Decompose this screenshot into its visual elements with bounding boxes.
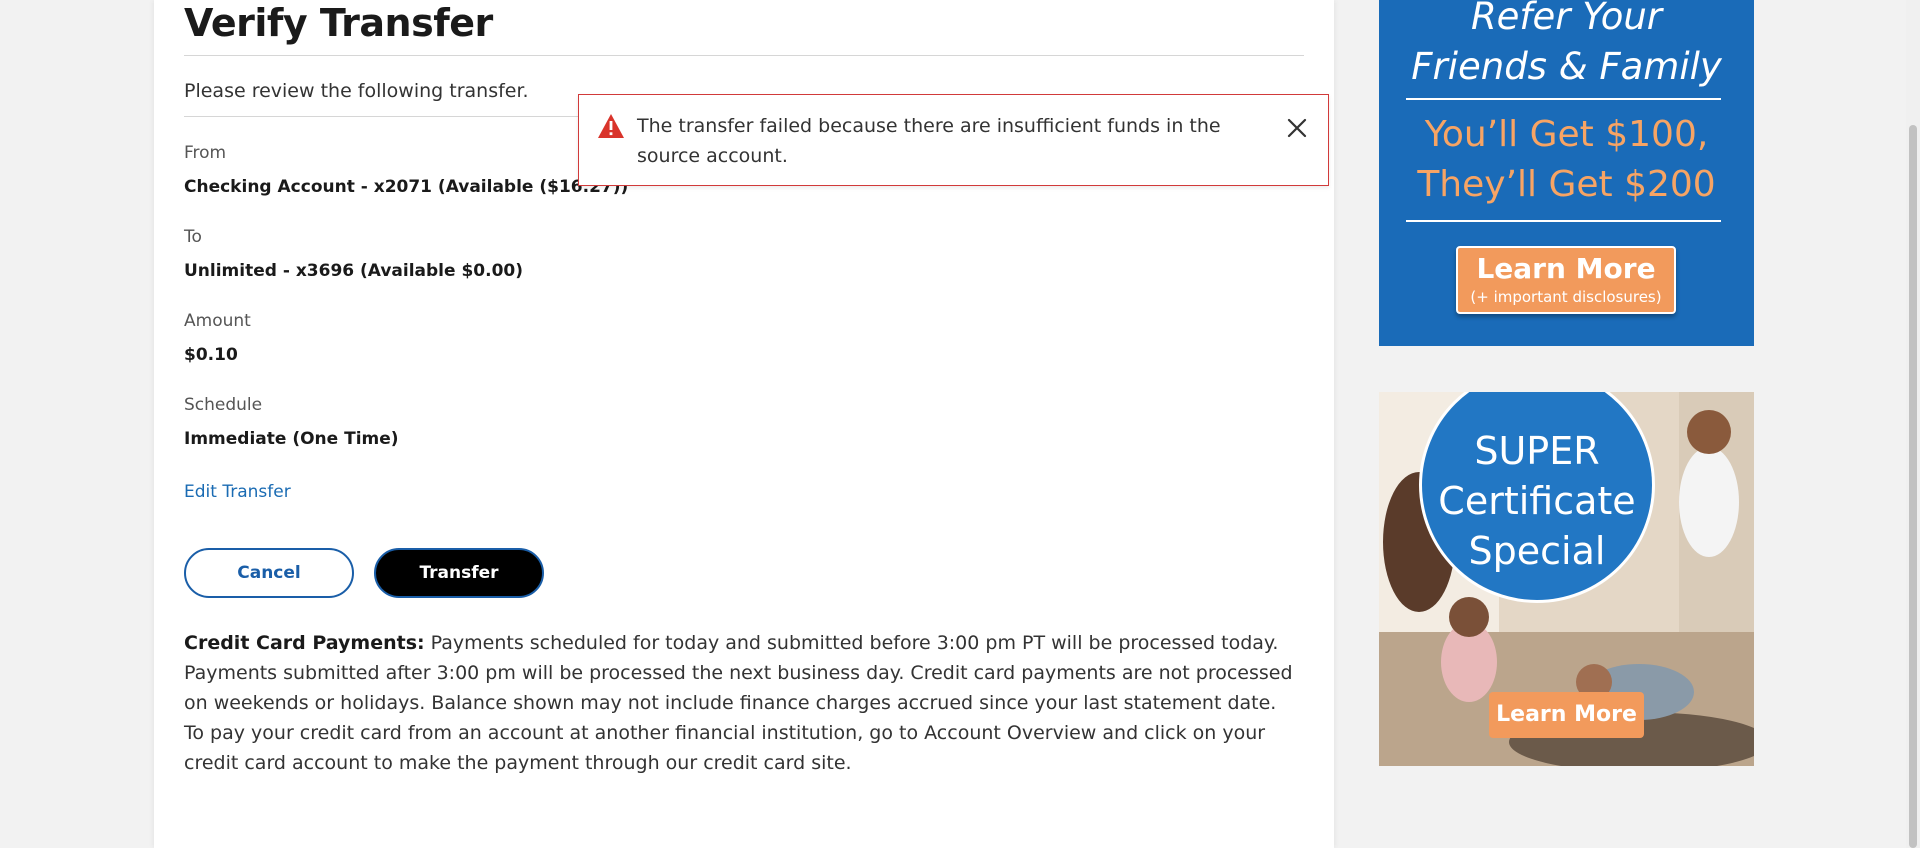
from-label: From xyxy=(184,143,227,163)
review-instructions: Please review the following transfer. xyxy=(184,80,529,102)
referral-title-line1: Refer Your xyxy=(1470,0,1663,38)
to-value: Unlimited - x3696 (Available $0.00) xyxy=(184,261,524,281)
super-certificate-text: SUPER Certificate Special xyxy=(1422,426,1652,576)
transfer-button[interactable]: Transfer xyxy=(374,548,544,598)
credit-card-info: Credit Card Payments: Payments scheduled… xyxy=(184,628,1309,778)
warning-triangle-icon xyxy=(598,114,624,138)
referral-offer-line2: They’ll Get $200 xyxy=(1417,164,1716,205)
credit-card-payments-text: Credit Card Payments: Payments scheduled… xyxy=(184,628,1309,718)
to-label: To xyxy=(184,227,202,247)
schedule-label: Schedule xyxy=(184,395,263,415)
referral-divider-top xyxy=(1406,98,1721,100)
referral-divider-bottom xyxy=(1406,220,1721,222)
schedule-value: Immediate (One Time) xyxy=(184,429,399,449)
credit-card-heading: Credit Card Payments: xyxy=(184,632,425,654)
super-certificate-ad[interactable]: SUPER Certificate Special Learn More xyxy=(1379,392,1754,766)
referral-button-label: Learn More xyxy=(1476,252,1656,285)
referral-offer-line1: You’ll Get $100, xyxy=(1424,114,1709,155)
page-title: Verify Transfer xyxy=(184,1,493,45)
amount-label: Amount xyxy=(184,311,251,331)
close-icon[interactable] xyxy=(1284,115,1310,141)
referral-button-disclosure: (+ important disclosures) xyxy=(1470,288,1662,306)
alert-message: The transfer failed because there are in… xyxy=(637,115,1221,167)
super-learn-more-button[interactable]: Learn More xyxy=(1489,692,1644,738)
super-certificate-badge: SUPER Certificate Special xyxy=(1419,392,1655,603)
referral-title-line2: Friends & Family xyxy=(1411,45,1722,88)
edit-transfer-link[interactable]: Edit Transfer xyxy=(184,482,291,502)
referral-ad-offer: You’ll Get $100, They’ll Get $200 xyxy=(1379,110,1754,210)
super-line2: Certificate xyxy=(1438,479,1636,523)
referral-ad[interactable]: Refer Your Friends & Family You’ll Get $… xyxy=(1379,0,1754,346)
cancel-button[interactable]: Cancel xyxy=(184,548,354,598)
super-line1: SUPER xyxy=(1474,429,1600,473)
super-line3: Special xyxy=(1468,529,1606,573)
title-divider xyxy=(184,55,1304,56)
scrollbar-thumb[interactable] xyxy=(1909,125,1917,848)
referral-ad-title: Refer Your Friends & Family xyxy=(1379,0,1754,92)
referral-learn-more-button[interactable]: Learn More (+ important disclosures) xyxy=(1456,246,1676,314)
credit-card-other-institution-text: To pay your credit card from an account … xyxy=(184,722,1266,774)
amount-value: $0.10 xyxy=(184,345,238,365)
page-scrollbar[interactable] xyxy=(1906,0,1920,848)
from-value: Checking Account - x2071 (Available ($16… xyxy=(184,177,629,197)
error-alert: The transfer failed because there are in… xyxy=(578,94,1329,186)
